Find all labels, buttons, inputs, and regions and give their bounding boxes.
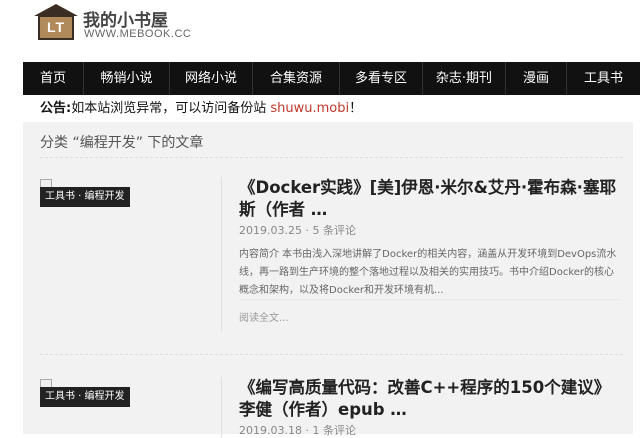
backup-site-link[interactable]: shuwu.mobi	[270, 101, 349, 116]
site-logo-icon[interactable]: LT	[34, 4, 78, 40]
nav-item-web-novels[interactable]: 网络小说	[170, 62, 252, 95]
nav-item-magazines[interactable]: 杂志·期刊	[423, 62, 505, 95]
nav-item-duokan[interactable]: 多看专区	[340, 62, 422, 95]
nav-item-collections[interactable]: 合集资源	[253, 62, 339, 95]
post-meta: 2019.03.25 · 5 条评论	[239, 224, 356, 237]
content-area: 分类 “编程开发” 下的文章 工具书 · 编程开发 《Docker实践》[美]伊…	[23, 122, 633, 437]
post-divider	[221, 177, 222, 332]
site-url: WWW.MEBOOK.CC	[84, 28, 192, 40]
excerpt-divider	[239, 299, 619, 300]
post-title[interactable]: 《编写高质量代码：改善C++程序的150个建议》李健（作者）epub …	[239, 377, 619, 421]
read-more-link[interactable]: 阅读全文...	[239, 309, 289, 324]
nav-item-bestsellers[interactable]: 畅销小说	[84, 62, 169, 95]
nav-item-comics[interactable]: 漫画	[506, 62, 566, 95]
divider	[40, 157, 623, 158]
notice-label: 公告:	[40, 101, 72, 116]
post-tag[interactable]: 工具书 · 编程开发	[40, 387, 130, 407]
post-divider	[221, 377, 222, 437]
nav-item-home[interactable]: 首页	[23, 62, 83, 95]
site-header: LT 我的小书屋 WWW.MEBOOK.CC	[0, 0, 640, 62]
notice-bar: 公告:如本站浏览异常，可以访问备份站 shuwu.mobi！	[23, 95, 640, 122]
post-title[interactable]: 《Docker实践》[美]伊恩·米尔&艾丹·霍布森·塞耶斯（作者 …	[239, 177, 619, 221]
post-meta: 2019.03.18 · 1 条评论	[239, 424, 356, 437]
notice-suffix: ！	[349, 101, 363, 116]
post-item: 工具书 · 编程开发 《编写高质量代码：改善C++程序的150个建议》李健（作者…	[40, 375, 630, 437]
post-item: 工具书 · 编程开发 《Docker实践》[美]伊恩·米尔&艾丹·霍布森·塞耶斯…	[40, 175, 630, 355]
post-tag[interactable]: 工具书 · 编程开发	[40, 187, 130, 207]
main-nav: 首页 畅销小说 网络小说 合集资源 多看专区 杂志·期刊 漫画 工具书	[23, 62, 640, 95]
logo-mark: LT	[38, 15, 74, 40]
post-excerpt: 内容简介 本书由浅入深地讲解了Docker的相关内容，涵盖从开发环境到DevOp…	[239, 249, 617, 296]
category-heading: 分类 “编程开发” 下的文章	[40, 135, 204, 151]
notice-text: 如本站浏览异常，可以访问备份站	[71, 101, 271, 116]
divider	[40, 354, 623, 355]
nav-item-reference[interactable]: 工具书	[567, 62, 640, 95]
